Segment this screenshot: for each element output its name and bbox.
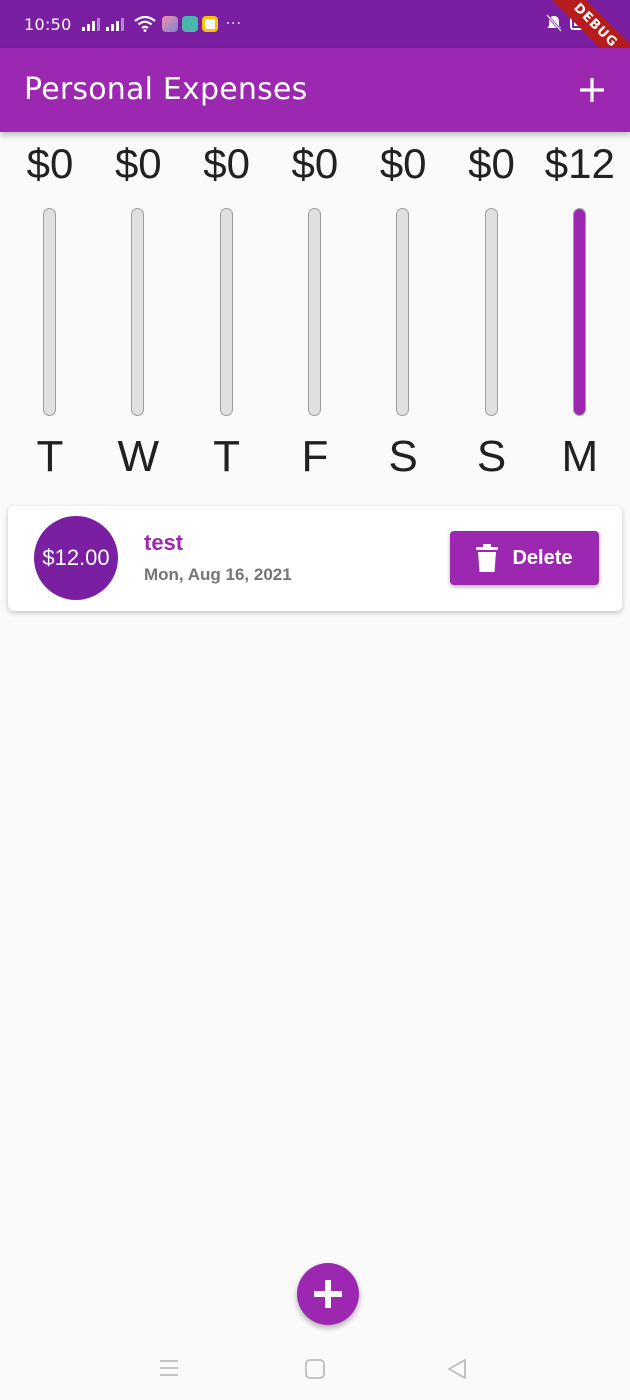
wifi-icon [133, 16, 156, 32]
mute-icon [546, 14, 562, 32]
amount-avatar: $12.00 [34, 516, 118, 600]
app-notification-icon [181, 16, 198, 32]
spending-bar-track [396, 208, 410, 416]
day-amount-label: $12 [544, 140, 615, 187]
signal-icon [81, 17, 100, 31]
day-label: W [117, 432, 160, 481]
delete-label: Delete [512, 546, 573, 569]
chart-column: $0 T [6, 132, 94, 502]
app-notification-icon [161, 16, 178, 32]
chart-column: $0 F [271, 132, 359, 502]
chart-column: $0 S [359, 132, 447, 502]
day-label: T [36, 432, 64, 481]
day-amount-label: $0 [379, 140, 427, 187]
chart-column: $0 S [448, 132, 536, 502]
transaction-title: test [144, 530, 184, 555]
transaction-card: $12.00 test Mon, Aug 16, 2021 Delete [8, 506, 622, 611]
spending-bar-track [131, 208, 145, 416]
menu-icon[interactable] [158, 1358, 180, 1378]
delete-button[interactable]: Delete [450, 531, 599, 585]
spending-bar-track [572, 208, 586, 416]
home-icon[interactable] [304, 1358, 326, 1380]
day-amount-label: $0 [291, 140, 339, 187]
day-amount-label: $0 [468, 140, 515, 187]
system-nav-bar [0, 1338, 630, 1400]
trash-icon [476, 544, 499, 572]
day-amount-label: $0 [203, 140, 250, 187]
chart-column: $0 W [94, 132, 182, 502]
spending-bar-track [219, 208, 233, 416]
day-label: S [476, 432, 507, 481]
add-transaction-fab[interactable] [297, 1263, 359, 1325]
status-time: 10:50 [24, 14, 72, 34]
more-icon: ··· [225, 16, 242, 32]
day-label: S [388, 432, 418, 481]
day-label: F [301, 432, 329, 481]
day-amount-label: $0 [26, 140, 74, 187]
chart-column: $12 M [536, 132, 624, 502]
weekly-chart: $0 T $0 W $0 T $0 F $0 S $0 S $12 M [0, 132, 630, 502]
plus-icon[interactable] [574, 72, 610, 108]
back-icon[interactable] [446, 1358, 468, 1380]
app-notification-icon [201, 16, 218, 32]
day-label: T [213, 432, 241, 481]
spending-bar-track [307, 208, 321, 416]
signal-icon [105, 17, 124, 31]
plus-icon [314, 1280, 342, 1308]
app-bar: Personal Expenses [0, 48, 630, 132]
spending-bar-track [43, 208, 56, 416]
spending-bar-track [484, 208, 498, 416]
transaction-date: Mon, Aug 16, 2021 [144, 565, 292, 584]
day-label: M [561, 432, 599, 481]
chart-column: $0 T [183, 132, 271, 502]
spending-bar-fill [573, 209, 585, 415]
status-bar: 10:50 ··· [0, 0, 630, 48]
page-title: Personal Expenses [24, 72, 308, 107]
day-amount-label: $0 [114, 140, 162, 187]
